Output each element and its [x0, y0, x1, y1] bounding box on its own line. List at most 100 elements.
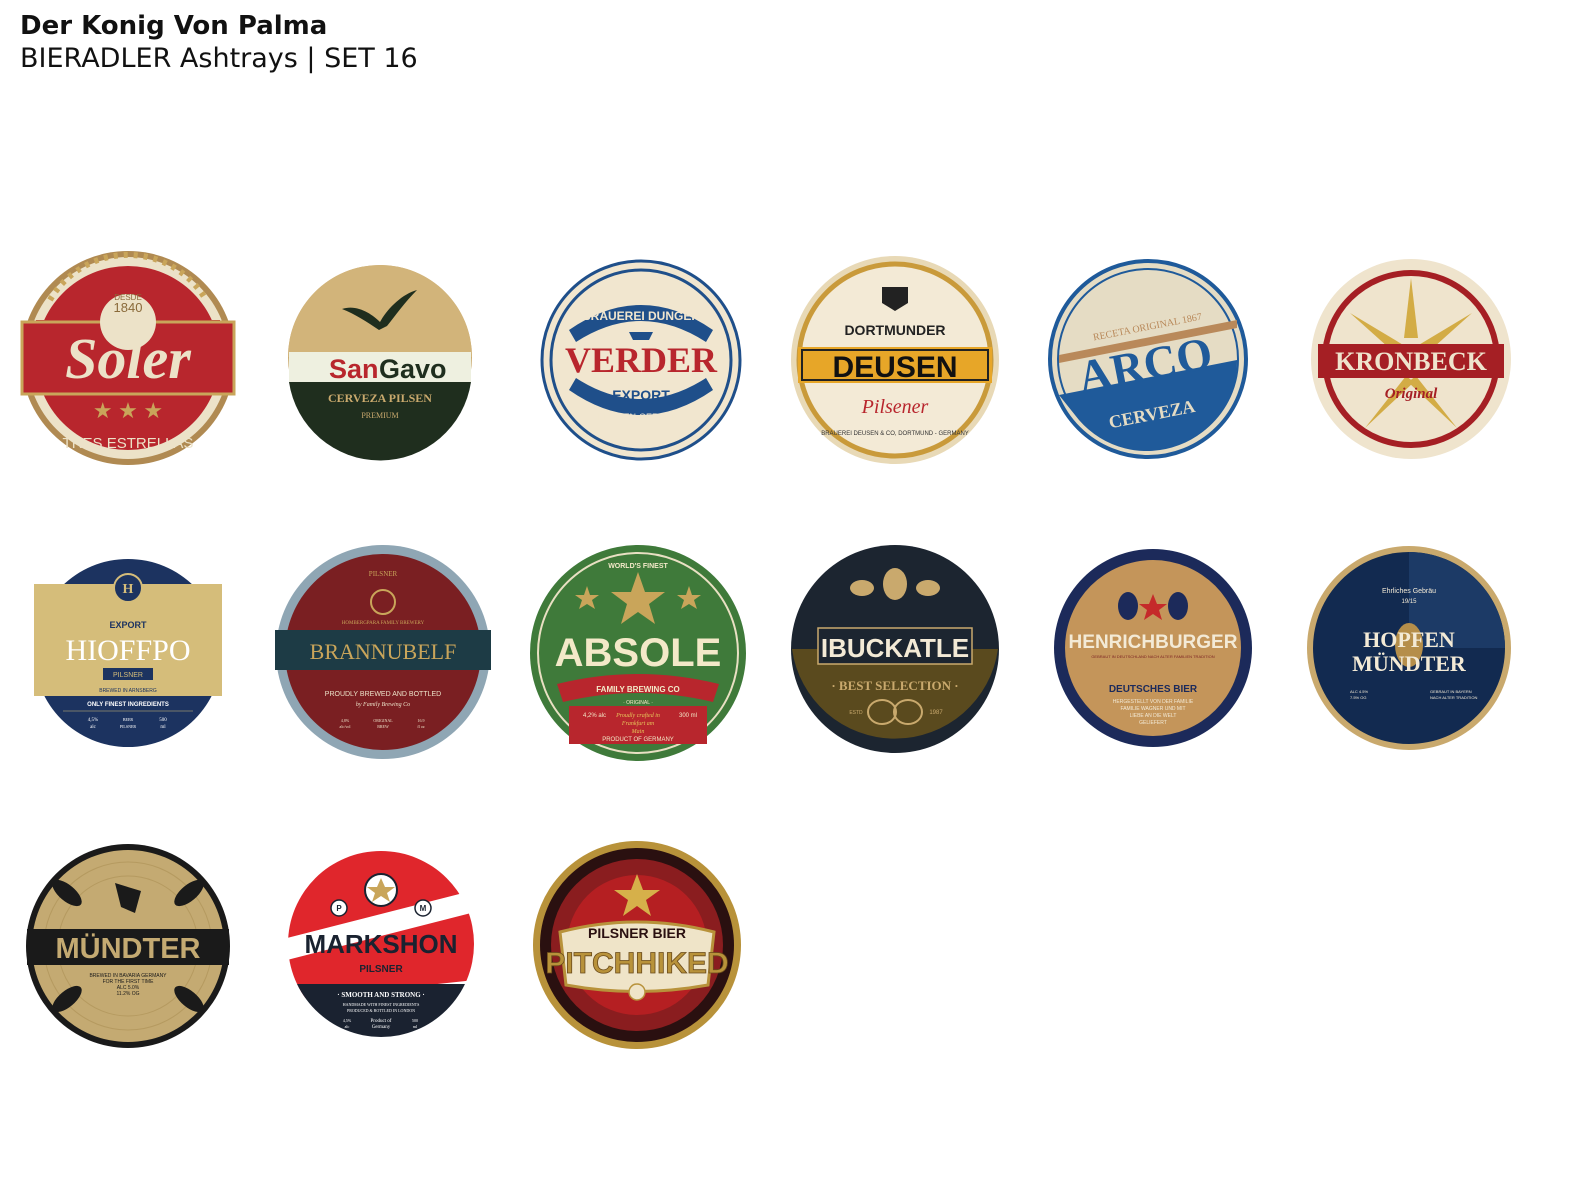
- sangavo-line2: PREMIUM: [361, 411, 398, 420]
- page-title: Der Konig Von Palma: [20, 11, 328, 41]
- brannubelf-col3b: fl oz: [417, 724, 424, 729]
- small-star-icon: [628, 983, 646, 1001]
- hopfen-top: Ehrliches Gebräu: [1382, 588, 1436, 595]
- absole-name: ABSOLE: [555, 631, 722, 675]
- absole-alc: 4,2% alc: [583, 713, 606, 719]
- henrichburger-t3: LIEBE AN DIE WELT: [1130, 713, 1177, 719]
- deusen-top: DORTMUNDER: [844, 322, 945, 338]
- hioffpo-ribbon: PILSNER: [113, 672, 143, 679]
- brannubelf-col1b: alc/vol: [340, 724, 352, 729]
- badge-kronbeck: KRONBECK Original: [1310, 258, 1512, 460]
- absole-bottom: PRODUCT OF GERMANY: [602, 737, 674, 743]
- hioffpo-col3a: 500: [159, 718, 167, 723]
- absole-script1: Proudly crafted in: [615, 712, 660, 719]
- henrichburger-sub: DEUTSCHES BIER: [1109, 684, 1198, 695]
- badge-sangavo: San Gavo CERVEZA PILSEN PREMIUM: [287, 264, 473, 461]
- badge-verder: BRAUEREI DUNGER VERDER EXPORT BREMEN-GER…: [540, 259, 742, 461]
- verder-sub: EXPORT: [612, 387, 670, 403]
- hioffpo-col2a: BEER: [123, 717, 134, 722]
- absole-top: WORLD'S FINEST: [608, 563, 668, 570]
- pitchhiked-top: PILSNER BIER: [588, 925, 686, 941]
- page-header: Der Konig Von Palma BIERADLER Ashtrays |…: [20, 10, 418, 76]
- hioffpo-name: HIOFFPO: [65, 634, 190, 667]
- hopfen-right2: NACH ALTER TRADITION: [1430, 695, 1478, 700]
- sangavo-name-b: Gavo: [379, 354, 447, 384]
- brannubelf-name: BRANNUBELF: [310, 639, 457, 664]
- markshon-l2: PRODUCED & BOTTLED IN LONDON: [347, 1008, 415, 1013]
- hopfen-year: 19/15: [1401, 599, 1417, 605]
- brannubelf-line1: PROUDLY BREWED AND BOTTLED: [325, 691, 441, 698]
- badge-deusen: DORTMUNDER DEUSEN Pilsener BRAUEREI DEUS…: [790, 255, 1000, 465]
- absole-script2: Frankfurt am: [621, 720, 655, 727]
- pitchhiked-name: PITCHHIKED: [545, 947, 728, 980]
- absole-script3: Main: [631, 729, 645, 735]
- markshon-sub: PILSNER: [359, 964, 403, 975]
- henrichburger-t1: HERGESTELLT VON DER FAMILIE: [1113, 699, 1194, 705]
- hopfen-left2: 7.5% OG: [1350, 695, 1366, 700]
- sangavo-line1: CERVEZA PILSEN: [328, 391, 432, 405]
- markshon-col2a: Product of: [371, 1019, 392, 1024]
- markshon-l1: HANDMADE WITH FINEST INGREDIENTS: [343, 1002, 420, 1007]
- hioffpo-monogram: H: [123, 582, 134, 597]
- badge-markshon: P M MARKSHON PILSNER · SMOOTH AND STRONG…: [287, 850, 475, 1038]
- kronbeck-sub: Original: [1385, 386, 1438, 402]
- hopfen-name1: HOPFEN: [1363, 627, 1455, 652]
- deusen-bottom: BRAUEREI DEUSEN & CO, DORTMUND - GERMANY: [821, 431, 969, 437]
- brannubelf-col3a: 16.9: [418, 718, 425, 723]
- badge-hioffpo: H EXPORT HIOFFPO PILSNER BREWED IN ARNSB…: [33, 558, 223, 748]
- soler-bottom: TRES ESTRELLAS: [63, 435, 194, 452]
- henrichburger-t4: GELIEFERT: [1139, 720, 1167, 726]
- markshon-col1b: alc: [345, 1024, 350, 1029]
- mundter-l4: 11.2% OG: [117, 991, 140, 997]
- verder-name: VERDER: [565, 340, 718, 380]
- soler-name: Soler: [65, 326, 191, 391]
- verder-top: BRAUEREI DUNGER: [582, 309, 700, 323]
- brannubelf-col2b: BREW: [377, 724, 389, 729]
- badge-ibuckatle: IBUCKATLE · BEST SELECTION · ESTD 1987: [790, 544, 1000, 754]
- hioffpo-col1b: alc: [90, 725, 97, 730]
- markshon-name: MARKSHON: [304, 929, 457, 959]
- badge-henrichburger: HENRICHBURGER GEBRAUT IN DEUTSCHLAND NAC…: [1053, 548, 1253, 748]
- markshon-col3a: 500: [412, 1018, 418, 1023]
- soler-year: 1840: [114, 300, 143, 315]
- deusen-name: DEUSEN: [832, 351, 957, 384]
- hioffpo-tagline: ONLY FINEST INGREDIENTS: [87, 702, 169, 708]
- hioffpo-col1a: 4,5%: [88, 718, 98, 723]
- badge-soler: DESDE 1840 Soler ★ ★ ★ TRES ESTRELLAS: [20, 250, 236, 466]
- badge-absole: WORLD'S FINEST ABSOLE FAMILY BREWING CO …: [529, 544, 747, 762]
- brannubelf-col2a: ORIGINAL: [373, 718, 393, 723]
- ibuckatle-name: IBUCKATLE: [821, 633, 969, 663]
- soler-stars: ★ ★ ★: [93, 398, 163, 423]
- henrichburger-small: GEBRAUT IN DEUTSCHLAND NACH ALTER FAMILI…: [1091, 654, 1214, 659]
- markshon-m: M: [420, 904, 427, 913]
- badge-brannubelf: PILSNER HOMBERGPARA FAMILY BREWERY BRANN…: [275, 544, 491, 760]
- brannubelf-top: PILSNER: [369, 570, 398, 578]
- absole-ribbon: FAMILY BREWING CO: [596, 685, 680, 694]
- badge-arco: RECETA ORIGINAL 1867 ARCO CERVEZA: [1048, 259, 1248, 459]
- deusen-sub: Pilsener: [861, 396, 929, 418]
- brannubelf-line2: by Family Brewing Co: [356, 702, 410, 708]
- absole-orig: · ORIGINAL ·: [623, 700, 653, 706]
- ibuckatle-sub: · BEST SELECTION ·: [831, 678, 958, 693]
- ibuckatle-year: 1987: [929, 710, 943, 716]
- hopfen-right1: GEBRAUT IN BAYERN: [1430, 689, 1472, 694]
- brannubelf-brewery: HOMBERGPARA FAMILY BREWERY: [342, 621, 425, 626]
- henrichburger-name: HENRICHBURGER: [1069, 632, 1238, 653]
- absole-vol: 300 ml: [679, 713, 697, 719]
- hioffpo-top: EXPORT: [109, 620, 147, 630]
- badge-pitchhiked: PILSNER BIER PITCHHIKED: [532, 840, 742, 1050]
- markshon-col2b: Germany: [372, 1025, 391, 1030]
- markshon-tag: · SMOOTH AND STRONG ·: [337, 991, 425, 999]
- badge-mundter: MÜNDTER BREWED IN BAVARIA GERMANY FOR TH…: [25, 843, 231, 1049]
- kronbeck-name: KRONBECK: [1335, 347, 1487, 376]
- hioffpo-col3b: ml: [160, 725, 166, 730]
- ibuckatle-estd: ESTD: [849, 710, 863, 716]
- hioffpo-brewed: BREWED IN ARNSBERG: [99, 688, 157, 694]
- hioffpo-col2b: PILSNER: [120, 724, 137, 729]
- ship-icon: [629, 332, 653, 340]
- hopfen-name2: MÜNDTER: [1352, 651, 1467, 676]
- mundter-name: MÜNDTER: [56, 932, 201, 965]
- markshon-p: P: [336, 904, 342, 913]
- page-subtitle: BIERADLER Ashtrays | SET 16: [20, 43, 418, 74]
- verder-bottom: BREMEN-GERMANY: [597, 412, 684, 422]
